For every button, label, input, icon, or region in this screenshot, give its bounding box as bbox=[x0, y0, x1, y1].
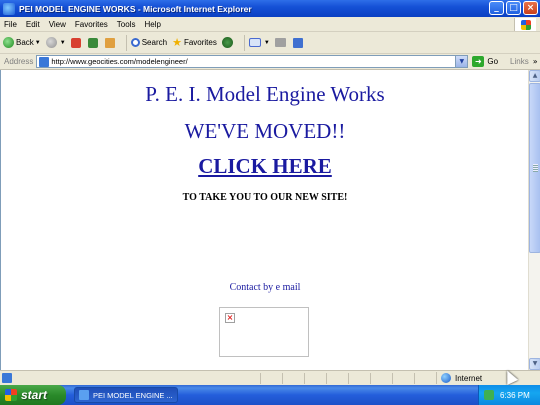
star-icon: ★ bbox=[172, 37, 182, 49]
window-controls: _ □ × bbox=[489, 1, 538, 15]
back-button[interactable]: Back ▼ bbox=[3, 37, 41, 48]
refresh-icon bbox=[87, 37, 98, 48]
menu-tools[interactable]: Tools bbox=[117, 20, 136, 29]
windows-flag-icon bbox=[5, 389, 17, 401]
start-button[interactable]: start bbox=[0, 385, 66, 405]
forward-dropdown-icon[interactable]: ▼ bbox=[60, 40, 66, 46]
mail-button[interactable]: ▼ bbox=[248, 38, 270, 47]
globe-icon bbox=[441, 373, 451, 383]
search-icon bbox=[130, 38, 140, 47]
refresh-button[interactable] bbox=[87, 37, 100, 48]
stop-button[interactable] bbox=[70, 37, 83, 48]
go-button[interactable]: ➜ Go bbox=[472, 56, 498, 67]
windows-logo bbox=[514, 18, 536, 31]
page-content: P. E. I. Model Engine Works WE'VE MOVED!… bbox=[0, 70, 528, 370]
printer-icon bbox=[274, 38, 286, 47]
status-bar: Internet bbox=[0, 370, 540, 385]
menu-favorites[interactable]: Favorites bbox=[75, 20, 108, 29]
minimize-button[interactable]: _ bbox=[489, 1, 504, 15]
close-button[interactable]: × bbox=[523, 1, 538, 15]
edit-button[interactable] bbox=[292, 37, 305, 48]
taskbar: start PEI MODEL ENGINE ... 6:36 PM bbox=[0, 385, 540, 405]
back-arrow-icon bbox=[3, 37, 14, 48]
history-button[interactable] bbox=[221, 37, 235, 48]
links-chevron-icon[interactable]: » bbox=[533, 57, 538, 66]
status-panel bbox=[304, 373, 326, 384]
favorites-button[interactable]: ★ Favorites bbox=[172, 36, 217, 49]
go-arrow-icon: ➜ bbox=[472, 56, 485, 67]
page-icon bbox=[39, 56, 50, 67]
toolbar-separator bbox=[243, 34, 245, 51]
security-zone: Internet bbox=[436, 372, 482, 384]
mail-icon bbox=[248, 38, 261, 47]
menu-help[interactable]: Help bbox=[144, 20, 160, 29]
taskbar-item-ie[interactable]: PEI MODEL ENGINE ... bbox=[74, 387, 178, 403]
address-label: Address bbox=[4, 57, 34, 66]
scroll-down-arrow-icon[interactable]: ▼ bbox=[529, 358, 540, 370]
window-title: PEI MODEL ENGINE WORKS - Microsoft Inter… bbox=[19, 3, 252, 14]
home-icon bbox=[104, 37, 115, 48]
start-label: start bbox=[21, 388, 48, 402]
search-button[interactable]: Search bbox=[130, 38, 168, 47]
ie-task-icon bbox=[79, 390, 89, 400]
address-dropdown-icon[interactable]: ▼ bbox=[455, 56, 468, 67]
menu-bar: File Edit View Favorites Tools Help bbox=[0, 17, 540, 32]
address-input[interactable]: http://www.geocities.com/modelengineer/ … bbox=[36, 55, 469, 68]
scroll-thumb[interactable] bbox=[529, 83, 540, 253]
page-title: P. E. I. Model Engine Works bbox=[145, 82, 385, 106]
status-panel bbox=[260, 373, 282, 384]
links-label[interactable]: Links bbox=[510, 57, 529, 66]
status-panel bbox=[392, 373, 414, 384]
history-icon bbox=[221, 37, 233, 48]
forward-button[interactable]: ▼ bbox=[45, 37, 66, 48]
contact-email-link[interactable]: Contact by e mail bbox=[1, 282, 528, 293]
stop-icon bbox=[70, 37, 81, 48]
address-bar: Address http://www.geocities.com/modelen… bbox=[0, 54, 540, 70]
edit-icon bbox=[292, 37, 303, 48]
mail-dropdown-icon[interactable]: ▼ bbox=[264, 40, 270, 46]
scroll-up-arrow-icon[interactable]: ▲ bbox=[529, 70, 540, 82]
home-button[interactable] bbox=[104, 37, 117, 48]
back-dropdown-icon[interactable]: ▼ bbox=[35, 40, 41, 46]
forward-arrow-icon bbox=[45, 37, 57, 48]
status-panel bbox=[326, 373, 348, 384]
favorites-label: Favorites bbox=[183, 38, 217, 47]
search-label: Search bbox=[141, 38, 168, 47]
scroll-grip-icon bbox=[533, 164, 538, 172]
status-panel bbox=[370, 373, 392, 384]
status-panel bbox=[414, 373, 436, 384]
status-panel bbox=[348, 373, 370, 384]
moved-heading: WE'VE MOVED!! bbox=[184, 119, 346, 143]
maximize-button[interactable]: □ bbox=[506, 1, 521, 15]
menu-view[interactable]: View bbox=[49, 20, 66, 29]
network-tray-icon[interactable] bbox=[484, 390, 494, 400]
toolbar-separator bbox=[125, 34, 127, 51]
menu-file[interactable]: File bbox=[4, 20, 17, 29]
windows-flag-icon bbox=[520, 19, 531, 30]
system-tray: 6:36 PM bbox=[478, 385, 540, 405]
broken-image: × bbox=[219, 307, 309, 357]
clock[interactable]: 6:36 PM bbox=[500, 391, 530, 400]
broken-image-icon: × bbox=[225, 313, 235, 323]
status-page-icon bbox=[2, 373, 12, 383]
vertical-scrollbar[interactable]: ▲ ▼ bbox=[528, 70, 540, 370]
back-label: Back bbox=[16, 38, 34, 47]
status-panel bbox=[282, 373, 304, 384]
ie-icon bbox=[3, 2, 15, 15]
toolbar: Back ▼ ▼ Search ★ Favorites ▼ bbox=[0, 32, 540, 54]
new-site-text: TO TAKE YOU TO OUR NEW SITE! bbox=[182, 192, 348, 203]
status-panels bbox=[260, 373, 436, 384]
click-here-link[interactable]: CLICK HERE bbox=[1, 154, 528, 179]
address-url[interactable]: http://www.geocities.com/modelengineer/ bbox=[51, 57, 187, 66]
go-label: Go bbox=[487, 57, 499, 66]
print-button[interactable] bbox=[274, 38, 288, 47]
taskbar-item-label: PEI MODEL ENGINE ... bbox=[93, 390, 173, 400]
title-bar: PEI MODEL ENGINE WORKS - Microsoft Inter… bbox=[0, 0, 540, 17]
zone-label: Internet bbox=[455, 373, 483, 383]
menu-edit[interactable]: Edit bbox=[26, 20, 40, 29]
